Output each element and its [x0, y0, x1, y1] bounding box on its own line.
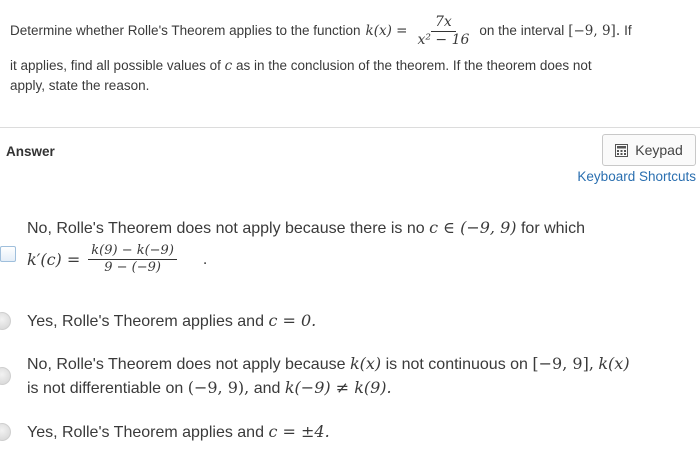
- question-line-2: it applies, find all possible values of …: [10, 56, 690, 76]
- option-1-period: .: [202, 251, 208, 268]
- option-3-math-kx: k(x): [349, 354, 382, 373]
- function-fraction: 7x x² − 16: [413, 14, 473, 49]
- function-denominator: x² − 16: [417, 31, 470, 48]
- question-var-c: c: [224, 58, 233, 74]
- answer-option-4[interactable]: Yes, Rolle's Theorem applies and c = ±4.: [0, 420, 700, 444]
- question-line-2-rest: as in the conclusion of the theorem. If …: [235, 58, 592, 73]
- option-4-radio[interactable]: [0, 423, 11, 441]
- option-1-frac-den: 9 − (−9): [104, 260, 161, 275]
- question-line-2-text: it applies, find all possible values of: [10, 58, 221, 73]
- section-divider: [0, 127, 700, 128]
- option-1-prefix: No, Rolle's Theorem does not apply becau…: [27, 220, 425, 237]
- option-1-line-1: No, Rolle's Theorem does not apply becau…: [27, 216, 692, 240]
- question-line-1: Determine whether Rolle's Theorem applie…: [10, 8, 690, 54]
- option-3-and: and: [253, 380, 281, 397]
- option-4-text: Yes, Rolle's Theorem applies and: [27, 424, 264, 441]
- answer-option-2[interactable]: Yes, Rolle's Theorem applies and c = 0.: [0, 309, 700, 333]
- option-1-derivative: k′(c) =: [27, 250, 81, 269]
- keypad-icon: [615, 143, 629, 157]
- question-text: Determine whether Rolle's Theorem applie…: [10, 8, 690, 96]
- option-2-radio[interactable]: [0, 312, 11, 330]
- option-2-math: c = 0.: [268, 311, 317, 330]
- function-numerator: 7x: [431, 14, 456, 32]
- option-3-math-inequality: k(−9) ≠ k(9).: [284, 378, 392, 397]
- function-lhs: k(x) =: [365, 23, 408, 39]
- option-1-fraction: k(9) − k(−9) 9 − (−9): [88, 243, 177, 276]
- question-line-3: apply, state the reason.: [10, 78, 150, 93]
- option-1-math-interval: c ∈ (−9, 9): [429, 218, 517, 237]
- option-3-radio[interactable]: [0, 367, 11, 385]
- keypad-button[interactable]: Keypad: [602, 134, 696, 166]
- option-2-text: Yes, Rolle's Theorem applies and: [27, 313, 264, 330]
- option-3-line-2-prefix: is not differentiable on: [27, 380, 184, 397]
- option-1-checkbox[interactable]: [0, 246, 16, 262]
- option-1-line-2: k′(c) = k(9) − k(−9) 9 − (−9) .: [27, 243, 692, 276]
- interval-value: [−9, 9].: [568, 23, 621, 39]
- answer-option-1[interactable]: No, Rolle's Theorem does not apply becau…: [0, 216, 700, 280]
- option-3-math-open-interval: (−9, 9),: [187, 378, 250, 397]
- option-4-math: c = ±4.: [268, 422, 330, 441]
- option-3-line-2: is not differentiable on (−9, 9), and k(…: [27, 376, 692, 400]
- option-3-line-1: No, Rolle's Theorem does not apply becau…: [27, 352, 692, 376]
- option-1-suffix: for which: [520, 220, 585, 237]
- option-3-math-kx-2: k(x): [598, 354, 630, 373]
- option-3-prefix: No, Rolle's Theorem does not apply becau…: [27, 356, 346, 373]
- answer-option-3[interactable]: No, Rolle's Theorem does not apply becau…: [0, 352, 700, 400]
- keyboard-shortcuts-link[interactable]: Keyboard Shortcuts: [577, 169, 696, 184]
- question-prefix: Determine whether Rolle's Theorem applie…: [10, 23, 361, 38]
- keypad-label: Keypad: [635, 142, 683, 158]
- option-1-frac-num: k(9) − k(−9): [88, 243, 177, 260]
- option-3-mid: is not continuous on: [385, 356, 528, 373]
- interval-text: on the interval: [479, 23, 565, 38]
- question-if: If: [624, 23, 632, 38]
- option-3-math-interval: [−9, 9],: [532, 354, 594, 373]
- answer-label: Answer: [6, 144, 55, 159]
